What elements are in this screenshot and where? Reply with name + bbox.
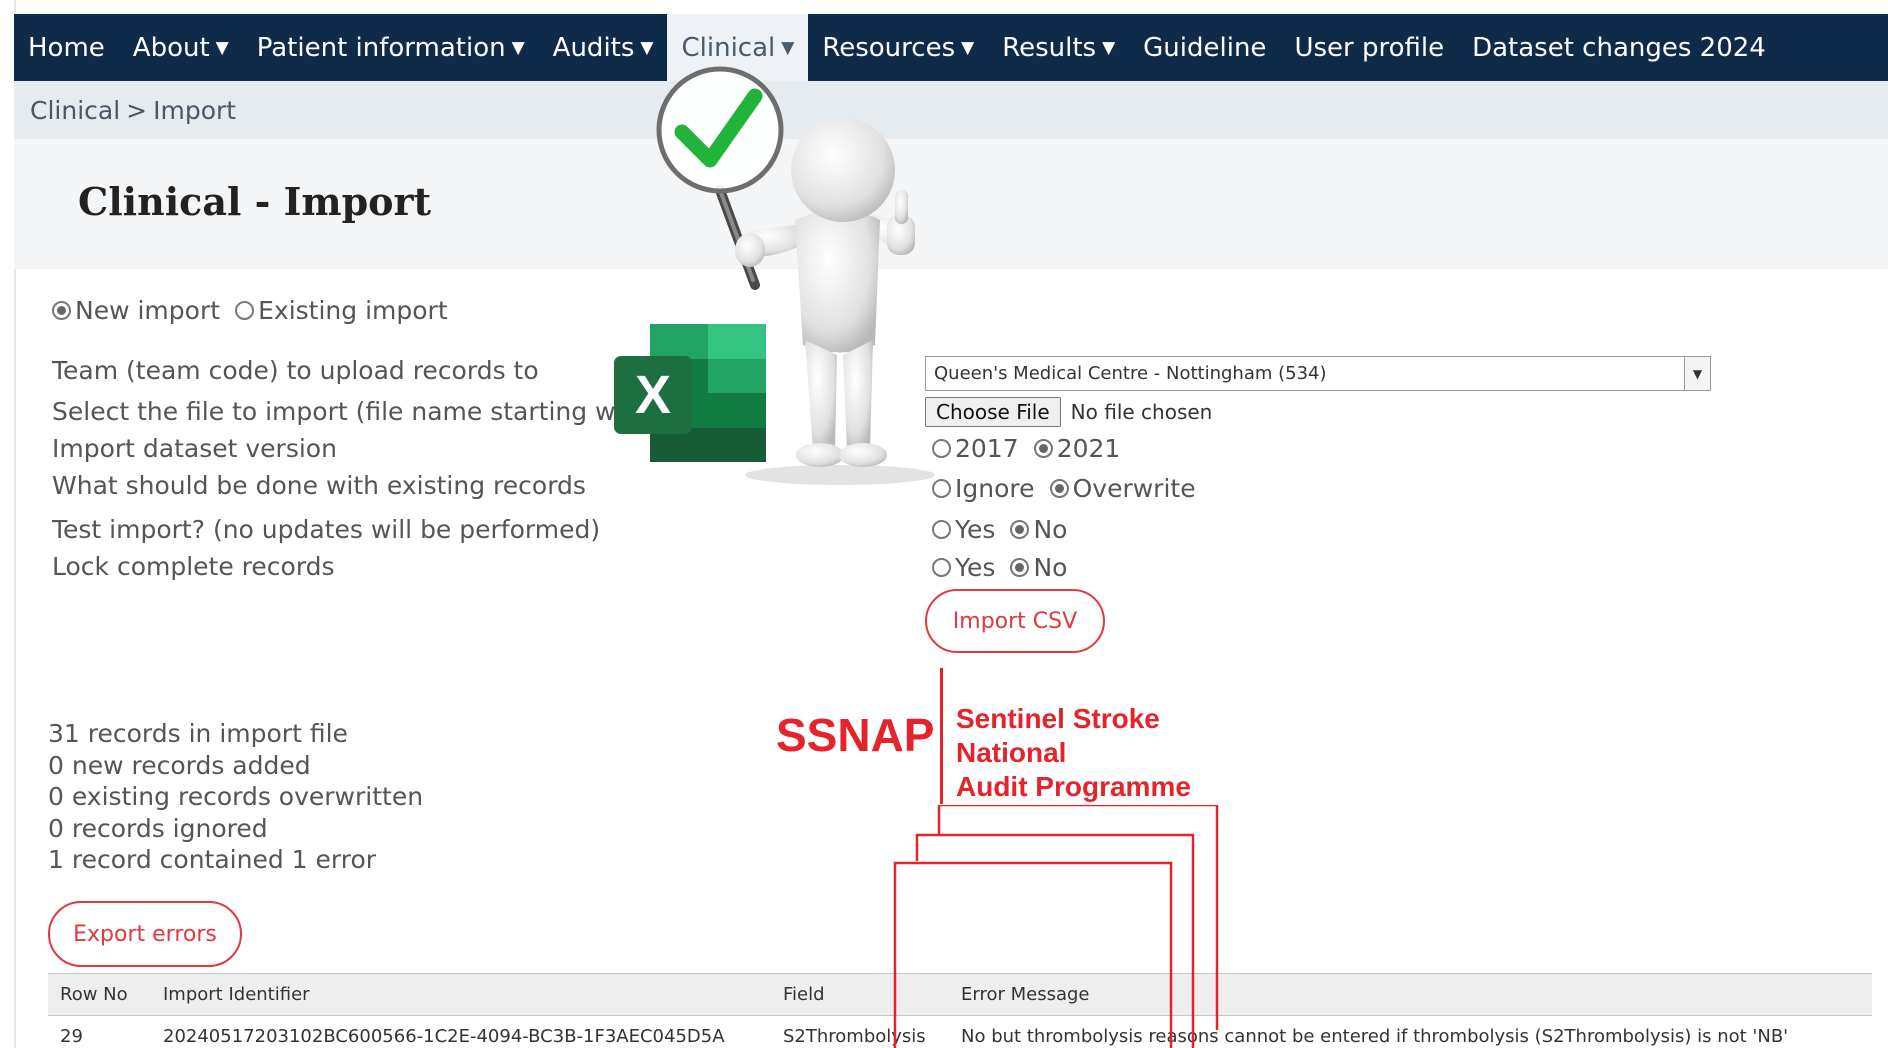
summary-line: 0 existing records overwritten	[48, 782, 424, 811]
nav-about-label: About	[132, 32, 210, 63]
team-select-value: Queen's Medical Centre - Nottingham (534…	[934, 363, 1327, 384]
nav-guideline-label: Guideline	[1143, 32, 1267, 63]
lock-records-label: Lock complete records	[52, 552, 335, 581]
page-title: Clinical - Import	[78, 179, 432, 224]
nav-dataset-changes[interactable]: Dataset changes 2024	[1458, 14, 1780, 81]
new-import-label: New import	[75, 296, 221, 325]
page: Home About ▼ Patient information ▼ Audits ▼…	[0, 0, 1888, 1048]
row-number-cell: 29	[60, 1026, 83, 1048]
lock-no-option[interactable]: No	[1010, 553, 1067, 582]
nav-results[interactable]: Results ▼	[988, 14, 1129, 81]
chevron-down-icon: ▼	[511, 37, 525, 58]
nav-resources-label: Resources	[822, 32, 956, 63]
file-input: Choose File No file chosen	[925, 397, 1212, 427]
import-summary: 31 records in import file 0 new records …	[48, 718, 423, 876]
breadcrumb-current: Import	[153, 95, 237, 125]
test-yes-label: Yes	[955, 515, 996, 544]
ssnap-divider	[940, 668, 943, 804]
import-mode-group: New import Existing import	[52, 296, 458, 325]
nav-dataset-changes-label: Dataset changes 2024	[1472, 32, 1766, 63]
new-import-option[interactable]: New import	[52, 296, 220, 325]
version-2021-label: 2021	[1056, 434, 1121, 463]
summary-line: 0 records ignored	[48, 813, 268, 843]
summary-line: 31 records in import file	[48, 719, 348, 748]
nav-home[interactable]: Home	[14, 14, 119, 81]
overwrite-radio[interactable]	[1049, 479, 1069, 498]
top-navigation: Home About ▼ Patient information ▼ Audits ▼…	[14, 14, 1888, 81]
existing-import-option[interactable]: Existing import	[235, 296, 448, 325]
breadcrumb-parent-link[interactable]: Clinical	[30, 96, 120, 125]
test-import-label: Test import? (no updates will be perform…	[52, 515, 601, 544]
page-header: Clinical - Import	[14, 139, 1888, 269]
chevron-down-icon: ▼	[961, 37, 975, 58]
nav-about[interactable]: About ▼	[119, 14, 243, 81]
new-import-radio[interactable]	[52, 301, 71, 320]
excel-icon-letter: X	[634, 365, 672, 425]
column-header[interactable]: Row No	[48, 973, 151, 1016]
nav-audits-label: Audits	[552, 32, 635, 63]
breadcrumb-separator: >	[126, 95, 148, 125]
lock-no-label: No	[1033, 553, 1068, 582]
lock-records-group: Yes No	[932, 553, 1077, 582]
chevron-down-icon: ▼	[215, 37, 229, 58]
lock-yes-option[interactable]: Yes	[932, 553, 995, 582]
test-no-label: No	[1033, 515, 1068, 544]
lock-no-radio[interactable]	[1010, 558, 1030, 577]
nav-patient-information-label: Patient information	[256, 32, 506, 63]
nav-results-label: Results	[1002, 32, 1097, 63]
nav-resources[interactable]: Resources ▼	[808, 14, 988, 81]
version-group: 2017 2021	[932, 434, 1130, 463]
test-no-radio[interactable]	[1010, 520, 1030, 539]
import-csv-button[interactable]: Import CSV	[925, 589, 1105, 653]
test-import-group: Yes No	[932, 515, 1077, 544]
nav-guideline[interactable]: Guideline	[1129, 14, 1280, 81]
export-errors-button[interactable]: Export errors	[48, 901, 242, 967]
team-select[interactable]: Queen's Medical Centre - Nottingham (534…	[925, 356, 1711, 391]
breadcrumb: Clinical > Import	[14, 81, 1888, 139]
overwrite-label: Overwrite	[1072, 474, 1196, 503]
lock-yes-radio[interactable]	[932, 558, 951, 577]
ignore-option[interactable]: Ignore	[932, 474, 1035, 503]
chevron-down-icon: ▼	[1102, 37, 1116, 58]
version-2017-label: 2017	[955, 434, 1019, 463]
ssnap-tagline-line2: Audit Programme	[956, 771, 1191, 802]
summary-line: 1 record contained 1 error	[48, 845, 377, 874]
file-label-text: Select the file to import (file name sta…	[52, 397, 666, 426]
nav-user-profile-label: User profile	[1294, 32, 1445, 63]
existing-records-group: Ignore Overwrite	[932, 474, 1206, 503]
overwrite-option[interactable]: Overwrite	[1049, 474, 1196, 503]
existing-records-label: What should be done with existing record…	[52, 471, 586, 500]
file-status: No file chosen	[1070, 400, 1213, 424]
lock-yes-label: Yes	[955, 553, 996, 582]
choose-file-button[interactable]: Choose File	[925, 397, 1061, 427]
nav-user-profile[interactable]: User profile	[1280, 14, 1458, 81]
ssnap-tagline-line1: Sentinel Stroke National	[956, 703, 1160, 768]
nav-patient-information[interactable]: Patient information ▼	[243, 14, 539, 81]
existing-import-radio[interactable]	[235, 301, 255, 320]
version-2021-radio[interactable]	[1033, 439, 1053, 458]
existing-import-label: Existing import	[258, 296, 448, 325]
team-label: Team (team code) to upload records to	[52, 356, 539, 385]
summary-line: 0 new records added	[48, 750, 311, 780]
ssnap-tagline: Sentinel Stroke National Audit Programme	[956, 702, 1276, 804]
test-yes-radio[interactable]	[932, 520, 951, 539]
nav-home-label: Home	[28, 32, 105, 63]
ssnap-logo: SSNAP Sentinel Stroke National Audit Pro…	[776, 668, 1276, 808]
ignore-label: Ignore	[955, 474, 1035, 503]
test-yes-option[interactable]: Yes	[932, 515, 995, 544]
stacked-pages-icon	[893, 805, 1219, 1048]
file-label: Select the file to import (file name sta…	[52, 397, 666, 426]
test-no-option[interactable]: No	[1010, 515, 1067, 544]
chevron-down-icon[interactable]: ▼	[1684, 357, 1710, 390]
ssnap-acronym: SSNAP	[776, 709, 935, 761]
import-identifier-cell: 20240517203102BC600566-1C2E-4094-BC3B-1F…	[163, 1026, 725, 1048]
column-header[interactable]: Import Identifier	[151, 973, 771, 1016]
version-label: Import dataset version	[52, 434, 337, 463]
version-2021-option[interactable]: 2021	[1033, 434, 1121, 463]
